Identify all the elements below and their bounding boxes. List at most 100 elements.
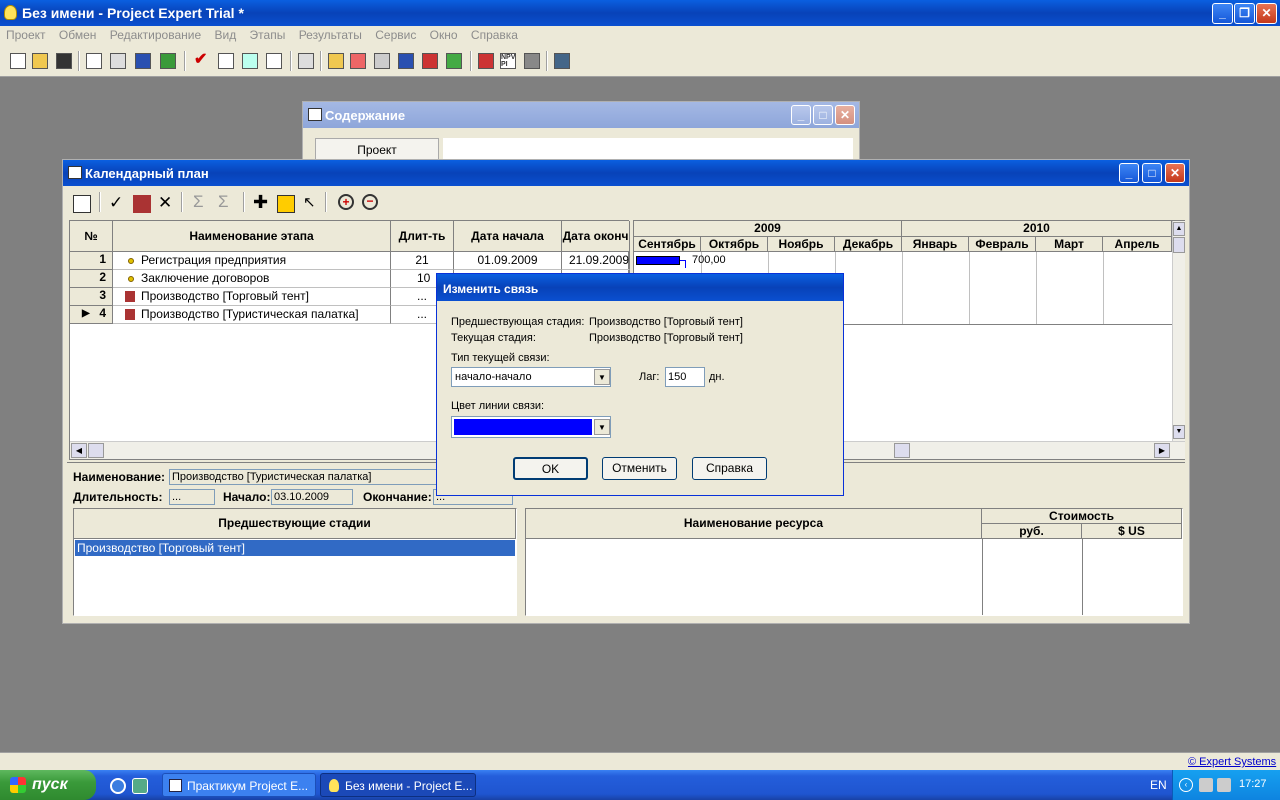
task-project-expert[interactable]: Без имени - Project E... xyxy=(320,773,476,797)
col-start-header[interactable]: Дата начала xyxy=(454,221,562,252)
add-icon[interactable]: ✚ xyxy=(253,192,268,213)
table-row[interactable]: Заключение договоров xyxy=(113,270,391,288)
scroll-thumb[interactable] xyxy=(88,443,104,458)
clock[interactable]: 17:27 xyxy=(1239,778,1267,790)
calculator-icon[interactable] xyxy=(554,53,570,69)
new-file-icon[interactable] xyxy=(10,53,26,69)
checklist-icon[interactable] xyxy=(218,53,234,69)
network-tray-icon[interactable] xyxy=(1217,778,1231,792)
stage-duration[interactable]: 21 xyxy=(391,252,454,270)
menu-stages[interactable]: Этапы xyxy=(250,28,286,42)
menu-help[interactable]: Справка xyxy=(471,28,518,42)
rub-header[interactable]: руб. xyxy=(982,524,1082,539)
resource-name-header[interactable]: Наименование ресурса xyxy=(526,509,982,539)
ie-icon[interactable] xyxy=(110,778,126,794)
contents-minimize-button[interactable]: _ xyxy=(791,105,811,125)
task-practicum[interactable]: Практикум Project E... xyxy=(162,773,316,797)
predecessors-header[interactable]: Предшествующие стадии xyxy=(74,509,516,539)
start-button[interactable]: пуск xyxy=(0,770,96,800)
chevron-down-icon[interactable]: ▼ xyxy=(594,419,610,435)
checkmark-icon[interactable]: ✓ xyxy=(109,193,123,213)
col-duration-header[interactable]: Длит-ть xyxy=(391,221,454,252)
contents-maximize-button[interactable]: □ xyxy=(813,105,833,125)
cashflow-icon[interactable] xyxy=(350,53,366,69)
help-button[interactable]: Справка xyxy=(692,457,767,480)
balance-icon[interactable] xyxy=(374,53,390,69)
word-icon[interactable] xyxy=(135,53,151,69)
contents-close-button[interactable]: ✕ xyxy=(835,105,855,125)
volume-icon[interactable] xyxy=(1199,778,1213,792)
menu-view[interactable]: Вид xyxy=(214,28,236,42)
scroll-up-icon[interactable]: ▲ xyxy=(1173,222,1185,236)
save-icon[interactable] xyxy=(56,53,72,69)
npv-pi-icon[interactable]: NPV PI xyxy=(500,53,516,69)
link-icon[interactable] xyxy=(277,195,295,213)
tab-project[interactable]: Проект xyxy=(315,138,439,160)
lag-input[interactable] xyxy=(665,367,705,387)
print-icon[interactable] xyxy=(110,53,126,69)
col-end-header[interactable]: Дата оконч xyxy=(562,221,630,252)
stage-start[interactable]: 01.09.2009 xyxy=(454,252,562,270)
chevron-down-icon[interactable]: ▼ xyxy=(594,369,610,385)
close-button[interactable]: ✕ xyxy=(1256,3,1277,24)
sum-icon[interactable]: Σ xyxy=(193,192,204,212)
col-name-header[interactable]: Наименование этапа xyxy=(113,221,391,252)
report-icon[interactable] xyxy=(398,53,414,69)
duration-field[interactable]: ... xyxy=(169,489,215,505)
table-row[interactable]: Производство [Туристическая палатка] xyxy=(113,306,391,324)
desktop-icon[interactable] xyxy=(132,778,148,794)
row-number[interactable]: ▶ 4 xyxy=(70,306,113,324)
row-number[interactable]: 2 xyxy=(70,270,113,288)
open-folder-icon[interactable] xyxy=(32,53,48,69)
start-field[interactable]: 03.10.2009 xyxy=(271,489,353,505)
ok-button[interactable]: OK xyxy=(513,457,588,480)
factory-icon[interactable] xyxy=(133,195,151,213)
preview-icon[interactable] xyxy=(86,53,102,69)
edit-icon[interactable] xyxy=(73,195,91,213)
row-number[interactable]: 3 xyxy=(70,288,113,306)
list-item[interactable]: Производство [Торговый тент] xyxy=(75,540,515,556)
minimize-button[interactable]: _ xyxy=(1212,3,1233,24)
delete-icon[interactable]: ✕ xyxy=(158,193,172,213)
bar-chart-icon[interactable] xyxy=(478,53,494,69)
scroll-right-icon[interactable]: ▶ xyxy=(1154,443,1170,458)
scroll-thumb[interactable] xyxy=(894,443,910,458)
language-indicator[interactable]: EN xyxy=(1150,778,1167,792)
copyright-link[interactable]: © Expert Systems xyxy=(1188,756,1276,768)
table-icon[interactable] xyxy=(298,53,314,69)
menu-window[interactable]: Окно xyxy=(430,28,458,42)
link-color-select[interactable]: ▼ xyxy=(451,416,611,438)
restore-button[interactable]: ❐ xyxy=(1234,3,1255,24)
menu-edit[interactable]: Редактирование xyxy=(110,28,201,42)
tree-icon[interactable] xyxy=(524,53,540,69)
table-row[interactable]: Производство [Торговый тент] xyxy=(113,288,391,306)
list-icon[interactable] xyxy=(328,53,344,69)
web-icon[interactable] xyxy=(160,53,176,69)
gantt-bar[interactable] xyxy=(636,256,680,265)
document-icon[interactable] xyxy=(266,53,282,69)
zoom-out-icon[interactable]: − xyxy=(362,194,378,210)
zoom-in-icon[interactable]: + xyxy=(338,194,354,210)
table-row[interactable]: Регистрация предприятия xyxy=(113,252,391,270)
sum-expand-icon[interactable]: Σ xyxy=(218,192,229,212)
row-number[interactable]: 1 xyxy=(70,252,113,270)
usd-header[interactable]: $ US xyxy=(1082,524,1182,539)
pointer-icon[interactable]: ↖ xyxy=(303,193,316,211)
menu-service[interactable]: Сервис xyxy=(375,28,416,42)
gantt-vertical-scrollbar[interactable]: ▲ ▼ xyxy=(1172,221,1185,441)
stage-end[interactable]: 21.09.2009 xyxy=(562,252,630,270)
cancel-button[interactable]: Отменить xyxy=(602,457,677,480)
scroll-left-icon[interactable]: ◀ xyxy=(71,443,87,458)
chart-icon[interactable] xyxy=(446,53,462,69)
calendar-minimize-button[interactable]: _ xyxy=(1119,163,1139,183)
network-icon[interactable] xyxy=(242,53,258,69)
analysis-icon[interactable] xyxy=(422,53,438,69)
check-icon[interactable]: ✔ xyxy=(194,52,210,69)
tray-arrow-icon[interactable]: ‹ xyxy=(1179,778,1193,792)
scroll-thumb[interactable] xyxy=(1173,237,1185,253)
calendar-maximize-button[interactable]: □ xyxy=(1142,163,1162,183)
col-num-header[interactable]: № xyxy=(70,221,113,252)
link-type-select[interactable]: начало-начало ▼ xyxy=(451,367,611,387)
menu-project[interactable]: Проект xyxy=(6,28,46,42)
menu-exchange[interactable]: Обмен xyxy=(59,28,97,42)
